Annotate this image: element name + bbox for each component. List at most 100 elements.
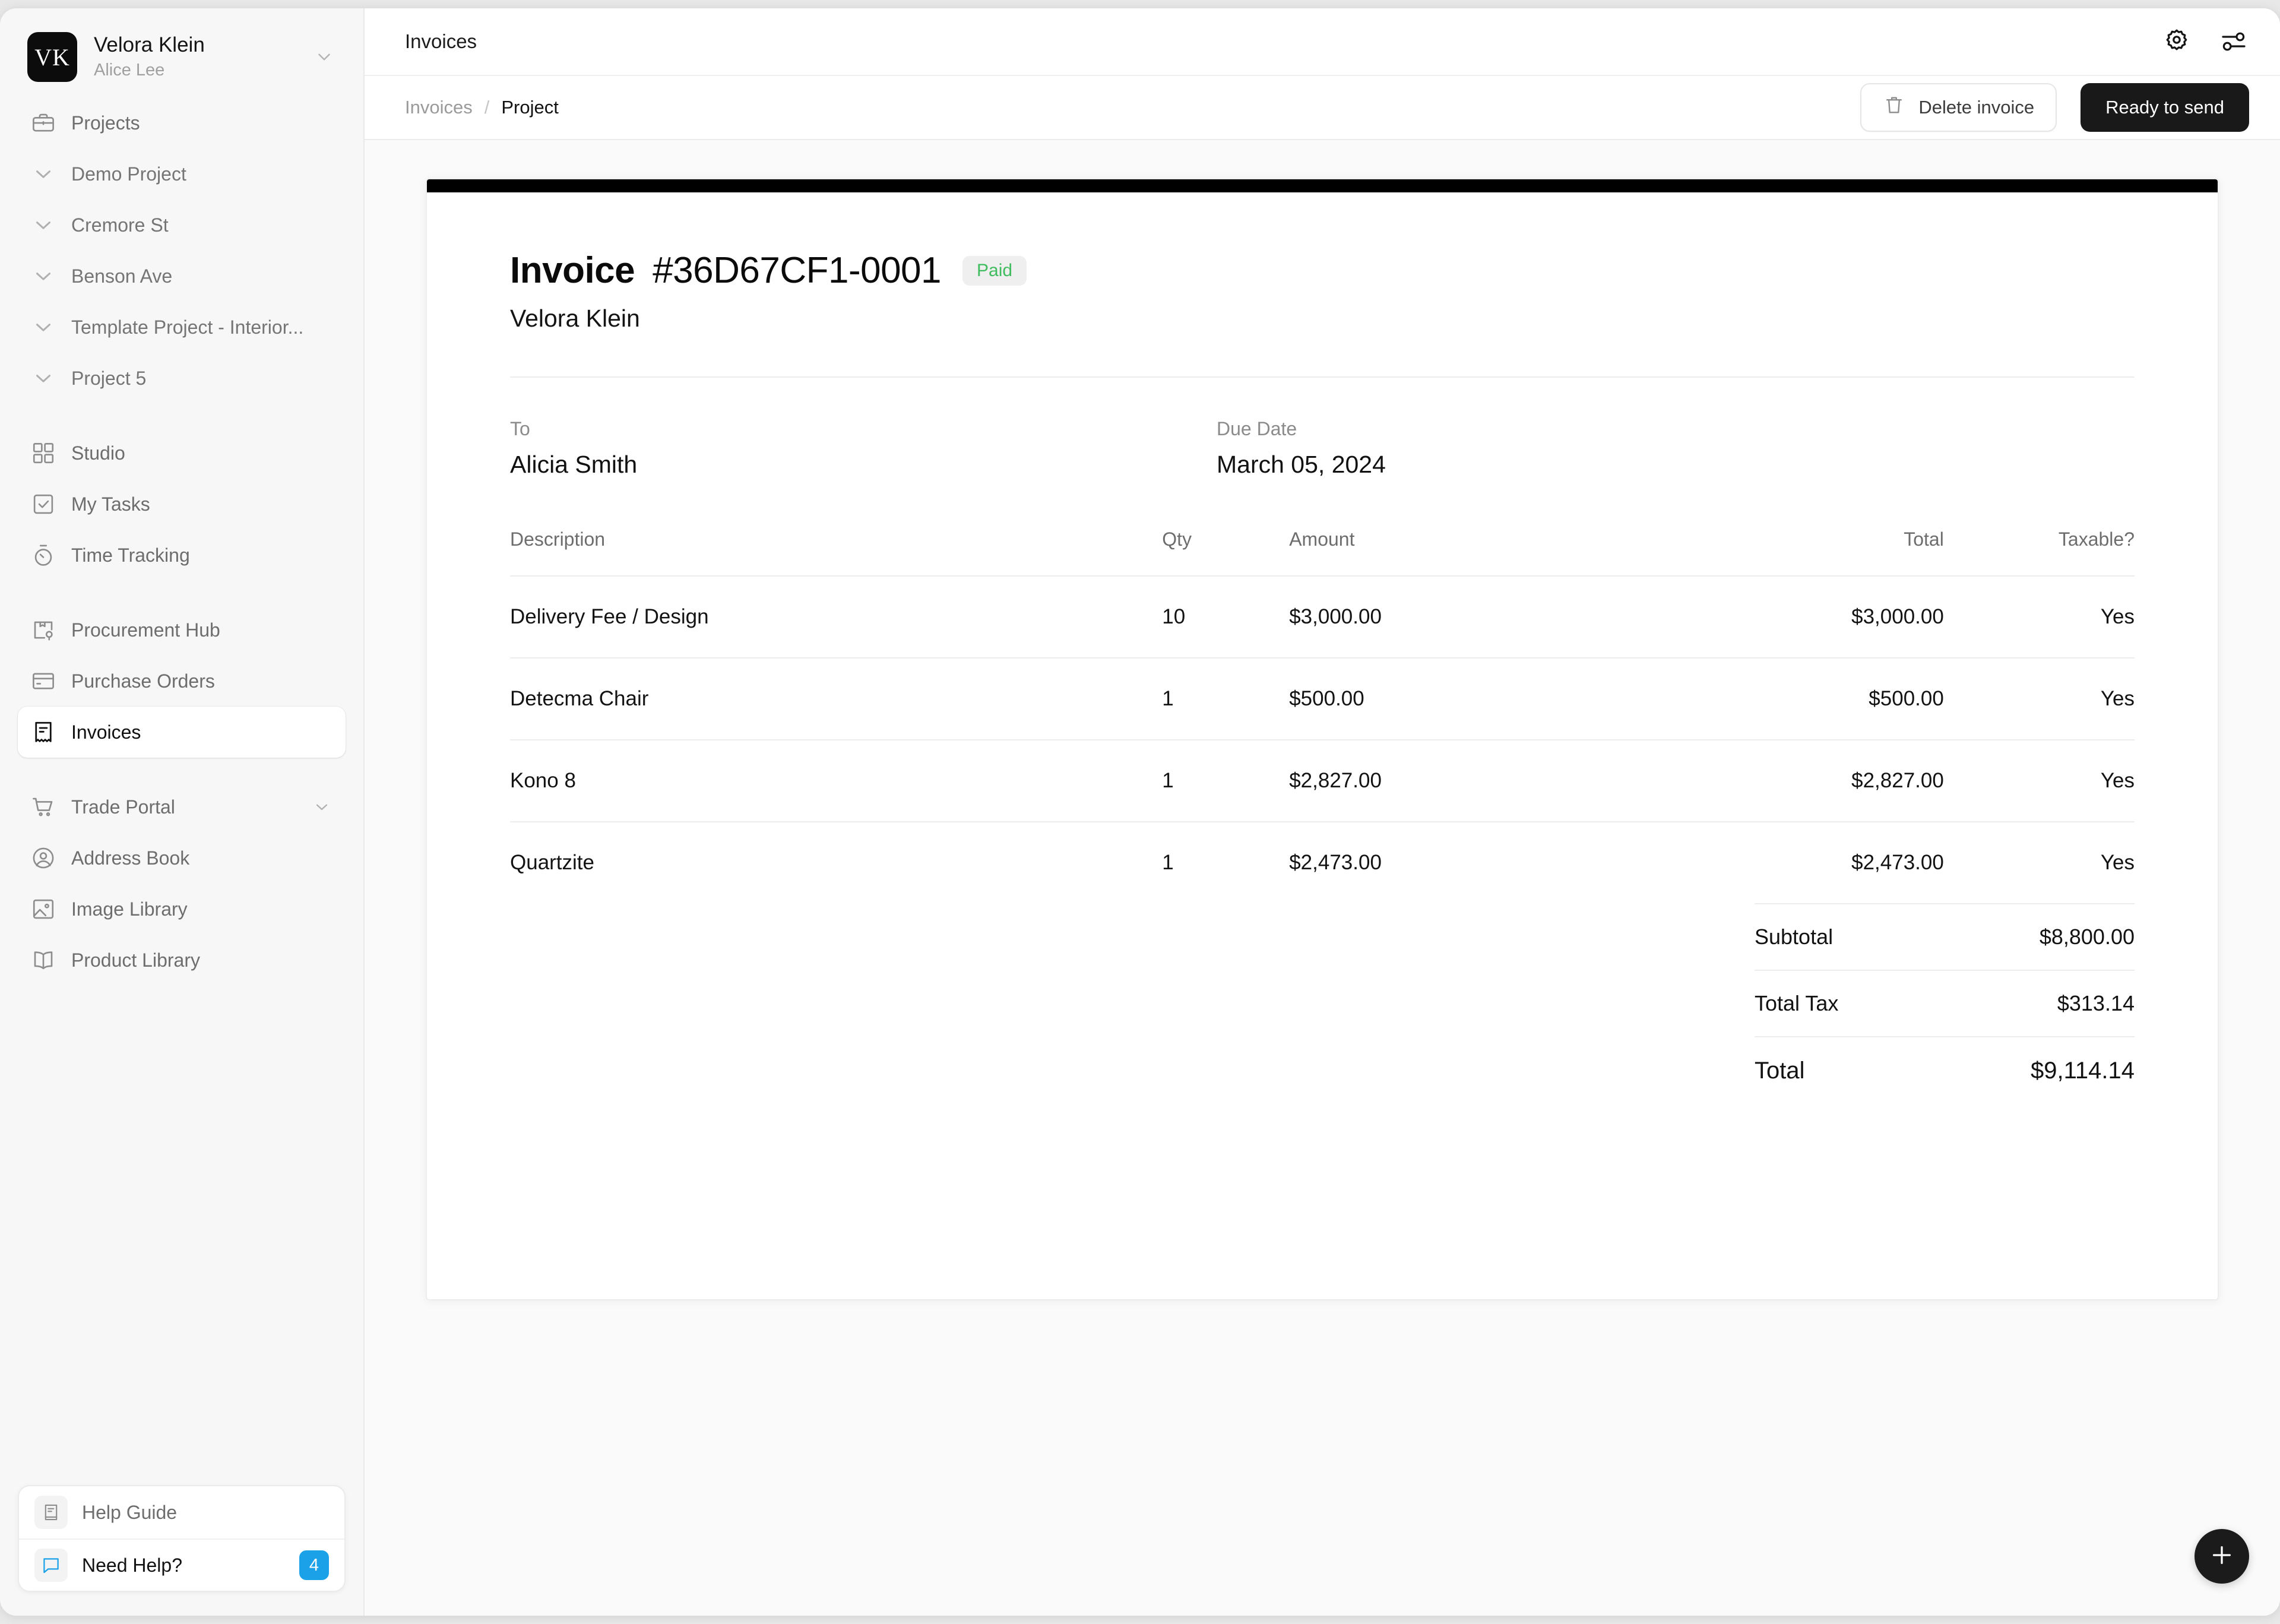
book-icon	[31, 948, 56, 973]
sidebar-item-benson-ave[interactable]: Benson Ave	[18, 251, 346, 302]
chevron-down-icon	[31, 162, 56, 186]
invoice-heading: Invoice #36D67CF1-0001 Paid	[510, 249, 2135, 292]
sliders-icon[interactable]	[2218, 26, 2249, 57]
sidebar-item-my-tasks[interactable]: My Tasks	[18, 479, 346, 530]
chevron-down-icon	[31, 315, 56, 340]
sidebar-item-label: Trade Portal	[71, 796, 175, 818]
to-label: To	[510, 418, 530, 439]
package-pin-icon	[31, 618, 56, 642]
invoice-totals: Subtotal $8,800.00 Total Tax $313.14 Tot…	[510, 903, 2135, 1104]
total-value: $9,114.14	[2031, 1058, 2135, 1084]
column-header-amount: Amount	[1289, 528, 1355, 550]
cell-description: Kono 8	[510, 739, 1163, 822]
sidebar-item-product-library[interactable]: Product Library	[18, 935, 346, 986]
grid-icon	[31, 441, 56, 466]
divider	[510, 376, 2135, 378]
sidebar-item-label: Time Tracking	[71, 544, 190, 566]
table-row[interactable]: Kono 8 1 $2,827.00 $2,827.00 Yes	[510, 739, 2135, 822]
cell-taxable: Yes	[1943, 739, 2135, 822]
cell-taxable: Yes	[1943, 657, 2135, 740]
sidebar-item-demo-project[interactable]: Demo Project	[18, 148, 346, 200]
cell-description: Detecma Chair	[510, 657, 1163, 740]
sidebar: VK Velora Klein Alice Lee Projects Demo	[0, 8, 365, 1616]
main-area: Invoices Invoices / Project Delete invoi…	[365, 8, 2280, 1616]
chat-bubble-icon	[34, 1549, 68, 1582]
sidebar-nav: Projects Demo Project Cremore St Benson …	[0, 97, 363, 986]
invoice-actions: Delete invoice Ready to send	[1860, 83, 2249, 132]
sidebar-item-purchase-orders[interactable]: Purchase Orders	[18, 656, 346, 707]
total-label: Total	[1755, 1058, 1805, 1084]
add-button[interactable]	[2194, 1529, 2249, 1584]
invoice-due-block: Due Date March 05, 2024	[1217, 418, 1923, 479]
chevron-down-icon	[31, 213, 56, 238]
breadcrumb-invoices[interactable]: Invoices	[405, 97, 473, 118]
chevron-down-icon	[312, 45, 336, 69]
sidebar-item-label: Purchase Orders	[71, 670, 215, 692]
help-guide-button[interactable]: Help Guide	[19, 1486, 344, 1538]
chevron-down-icon	[31, 366, 56, 391]
plus-icon	[2208, 1541, 2235, 1572]
table-header: Description Qty Amount Total Taxable?	[510, 528, 2135, 576]
sidebar-item-template-project[interactable]: Template Project - Interior...	[18, 302, 346, 353]
sidebar-item-label: Image Library	[71, 898, 188, 920]
sidebar-item-label: Procurement Hub	[71, 619, 220, 641]
cell-amount: $2,827.00	[1289, 739, 1633, 822]
invoice-vendor: Velora Klein	[510, 305, 640, 332]
sidebar-item-label: Demo Project	[71, 163, 186, 185]
workspace-switcher[interactable]: VK Velora Klein Alice Lee	[0, 8, 363, 97]
sidebar-item-studio[interactable]: Studio	[18, 428, 346, 479]
nav-divider	[18, 404, 346, 428]
help-card: Help Guide Need Help? 4	[18, 1485, 346, 1592]
cell-total: $3,000.00	[1632, 575, 1944, 658]
sidebar-item-label: Cremore St	[71, 214, 169, 236]
ready-to-send-button[interactable]: Ready to send	[2080, 83, 2249, 132]
gear-icon[interactable]	[2161, 26, 2192, 57]
sidebar-item-address-book[interactable]: Address Book	[18, 832, 346, 884]
need-help-label: Need Help?	[82, 1554, 182, 1576]
need-help-button[interactable]: Need Help? 4	[19, 1538, 344, 1591]
delete-invoice-button[interactable]: Delete invoice	[1860, 83, 2057, 132]
sidebar-item-trade-portal[interactable]: Trade Portal	[18, 781, 346, 832]
chevron-down-icon	[31, 264, 56, 289]
chevron-down-icon	[311, 796, 332, 818]
cart-icon	[31, 794, 56, 819]
table-row[interactable]: Delivery Fee / Design 10 $3,000.00 $3,00…	[510, 575, 2135, 658]
table-row[interactable]: Quartzite 1 $2,473.00 $2,473.00 Yes	[510, 821, 2135, 903]
workspace-user: Alice Lee	[94, 60, 165, 80]
sidebar-item-label: Product Library	[71, 949, 200, 971]
due-date-label: Due Date	[1217, 418, 1297, 439]
sidebar-item-image-library[interactable]: Image Library	[18, 884, 346, 935]
page-title: Invoices	[405, 30, 477, 52]
sidebar-item-project-5[interactable]: Project 5	[18, 353, 346, 404]
subtotal-label: Subtotal	[1755, 925, 1834, 949]
invoice-meta: To Alicia Smith Due Date March 05, 2024	[510, 418, 2135, 479]
sidebar-item-projects[interactable]: Projects	[18, 97, 346, 148]
invoice-card: Invoice #36D67CF1-0001 Paid Velora Klein…	[426, 178, 2219, 1300]
invoice-number: #36D67CF1-0001	[653, 250, 942, 291]
cell-taxable: Yes	[1943, 821, 2135, 903]
cell-qty: 1	[1162, 821, 1290, 903]
cell-qty: 1	[1162, 657, 1290, 740]
sidebar-item-label: Address Book	[71, 847, 190, 869]
sidebar-item-label: Template Project - Interior...	[71, 316, 304, 338]
sidebar-item-label: Project 5	[71, 367, 147, 389]
table-row[interactable]: Detecma Chair 1 $500.00 $500.00 Yes	[510, 657, 2135, 740]
column-header-description: Description	[510, 528, 606, 550]
guide-book-icon	[34, 1496, 68, 1529]
cell-description: Delivery Fee / Design	[510, 575, 1163, 658]
sidebar-item-time-tracking[interactable]: Time Tracking	[18, 530, 346, 581]
sidebar-item-invoices[interactable]: Invoices	[18, 707, 346, 758]
sidebar-item-procurement-hub[interactable]: Procurement Hub	[18, 604, 346, 656]
status-badge: 4	[299, 1550, 329, 1580]
sidebar-item-cremore-st[interactable]: Cremore St	[18, 200, 346, 251]
sidebar-footer: Help Guide Need Help? 4	[0, 1485, 363, 1616]
topbar: Invoices	[365, 8, 2280, 75]
cell-total: $2,827.00	[1632, 739, 1944, 822]
sidebar-item-label: Benson Ave	[71, 265, 173, 287]
stopwatch-icon	[31, 543, 56, 568]
image-icon	[31, 897, 56, 922]
briefcase-icon	[31, 110, 56, 135]
card-icon	[31, 669, 56, 694]
user-circle-icon	[31, 846, 56, 870]
column-header-total: Total	[1904, 528, 1944, 550]
